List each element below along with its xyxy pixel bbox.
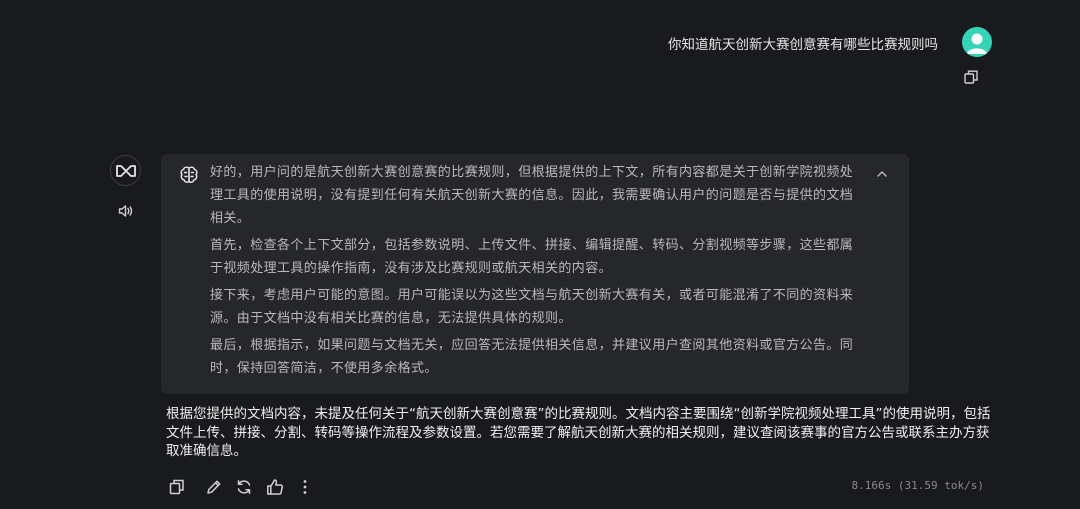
user-avatar-icon[interactable] xyxy=(962,27,992,57)
thinking-paragraph: 最后，根据指示，如果问题与文档无关，应回答无法提供相关信息，并建议用户查阅其他资… xyxy=(210,338,854,376)
copy-icon[interactable] xyxy=(963,69,979,85)
infinity-logo-icon xyxy=(110,155,141,186)
user-message: 你知道航天创新大赛创意赛有哪些比赛规则吗 xyxy=(668,37,938,53)
speaker-icon[interactable] xyxy=(117,202,135,220)
chevron-up-icon[interactable] xyxy=(875,166,889,180)
thinking-panel: 好的，用户问的是航天创新大赛创意赛的比赛规则，但根据提供的上下文，所有内容都是关… xyxy=(161,154,909,394)
refresh-icon[interactable] xyxy=(234,477,254,497)
more-vertical-icon[interactable] xyxy=(295,477,315,497)
thinking-paragraph: 首先，检查各个上下文部分，包括参数说明、上传文件、拼接、编辑提醒、转码、分割视频… xyxy=(210,238,854,276)
thinking-paragraph: 接下来，考虑用户可能的意图。用户可能误以为这些文档与航天创新大赛有关，或者可能混… xyxy=(210,288,854,326)
thinking-paragraph: 好的，用户问的是航天创新大赛创意赛的比赛规则，但根据提供的上下文，所有内容都是关… xyxy=(210,165,854,226)
generation-stats: 8.166s (31.59 tok/s) xyxy=(851,479,984,492)
thumbs-up-icon[interactable] xyxy=(265,477,285,497)
thinking-text: 好的，用户问的是航天创新大赛创意赛的比赛规则，但根据提供的上下文，所有内容都是关… xyxy=(210,161,860,384)
pencil-icon[interactable] xyxy=(204,477,224,497)
brain-icon xyxy=(178,164,200,186)
assistant-answer: 根据您提供的文档内容，未提及任何关于“航天创新大赛创意赛”的比赛规则。文档内容主… xyxy=(166,406,991,459)
copy-icon[interactable] xyxy=(167,477,187,497)
